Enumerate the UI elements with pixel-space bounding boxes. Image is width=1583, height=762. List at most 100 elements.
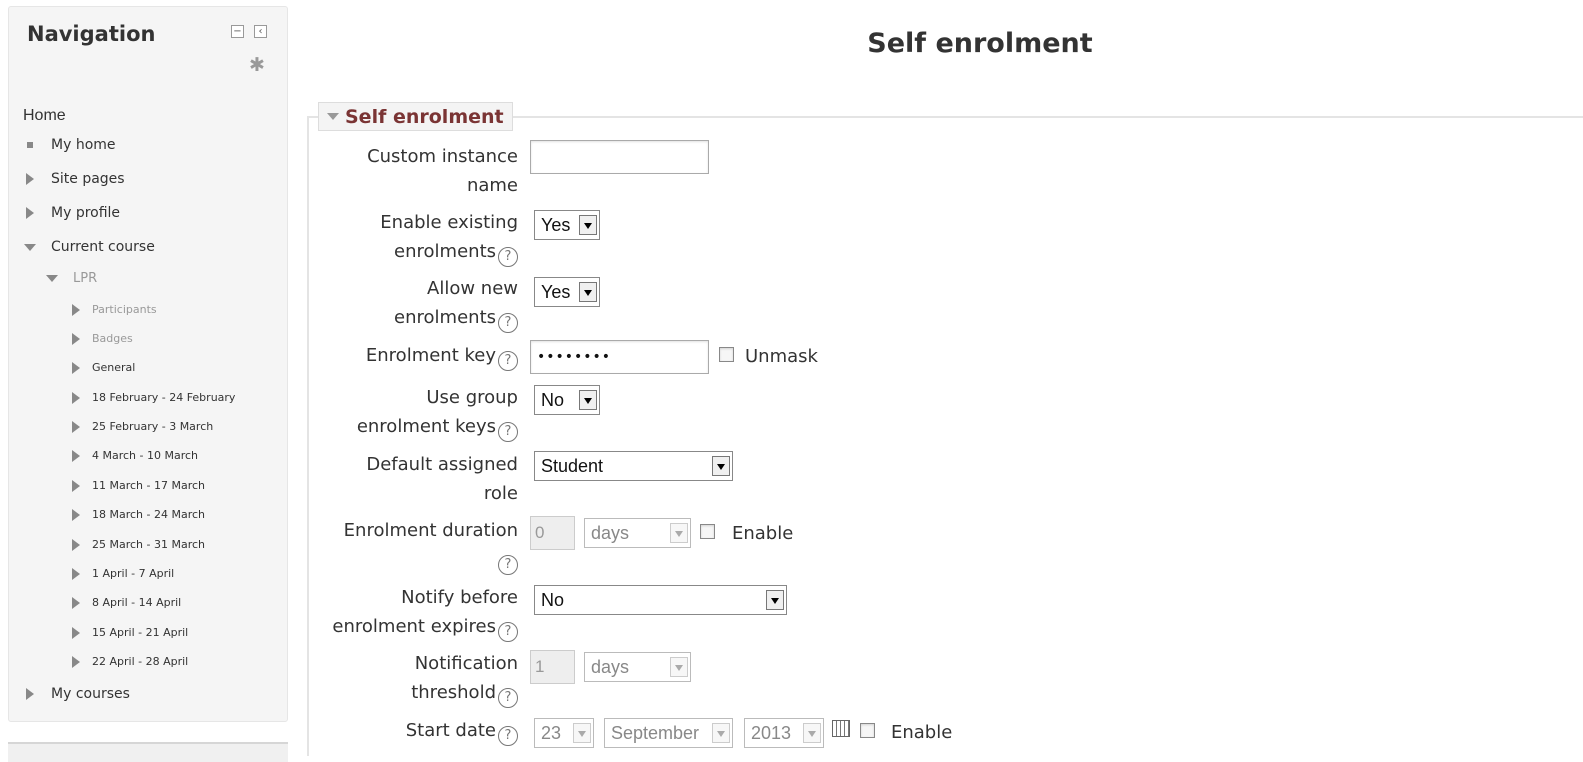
nav-item-label: 22 April - 28 April bbox=[92, 655, 189, 668]
dropdown-arrow-icon bbox=[803, 723, 821, 743]
label-line: Custom instance bbox=[367, 146, 518, 167]
expand-arrow-icon bbox=[71, 538, 81, 551]
help-icon[interactable]: ? bbox=[498, 555, 518, 575]
enrolment-duration-enable-checkbox[interactable] bbox=[700, 524, 715, 539]
expand-arrow-icon bbox=[71, 361, 81, 374]
collapse-arrow-icon bbox=[23, 243, 37, 251]
select-value: No bbox=[541, 389, 565, 410]
label-line: Start date bbox=[405, 720, 496, 741]
nav-item-label: Participants bbox=[92, 303, 157, 316]
custom-instance-name-label: Custom instance name bbox=[298, 142, 518, 200]
expand-arrow-icon bbox=[23, 173, 37, 185]
nav-item-section[interactable]: 18 March - 24 March bbox=[71, 508, 205, 521]
label-line: threshold bbox=[411, 682, 496, 703]
start-date-day-select[interactable]: 23 bbox=[534, 718, 594, 748]
bullet-square-icon bbox=[23, 142, 37, 148]
select-value: Yes bbox=[541, 281, 571, 302]
select-value: No bbox=[541, 589, 565, 610]
expand-arrow-icon bbox=[71, 508, 81, 521]
nav-item-my-profile[interactable]: My profile bbox=[23, 205, 120, 221]
help-icon[interactable]: ? bbox=[498, 313, 518, 333]
dropdown-arrow-icon bbox=[579, 390, 597, 410]
nav-item-my-home[interactable]: My home bbox=[23, 137, 116, 153]
help-icon[interactable]: ? bbox=[498, 688, 518, 708]
notify-before-enrolment-expires-select[interactable]: No bbox=[534, 585, 787, 615]
nav-item-section[interactable]: 22 April - 28 April bbox=[71, 655, 188, 668]
help-icon[interactable]: ? bbox=[498, 422, 518, 442]
notify-before-enrolment-expires-label: Notify before enrolment expires? bbox=[298, 583, 518, 642]
nav-item-label: 4 March - 10 March bbox=[92, 449, 199, 462]
dropdown-arrow-icon bbox=[766, 590, 784, 610]
allow-new-enrolments-select[interactable]: Yes bbox=[534, 277, 600, 307]
expand-arrow-icon bbox=[71, 655, 81, 668]
nav-item-label: 1 April - 7 April bbox=[92, 567, 175, 580]
nav-item-participants[interactable]: Participants bbox=[71, 303, 157, 316]
default-assigned-role-label: Default assigned role bbox=[298, 450, 518, 508]
nav-item-section[interactable]: 4 March - 10 March bbox=[71, 449, 198, 462]
nav-item-section[interactable]: 18 February - 24 February bbox=[71, 391, 235, 404]
nav-item-course-lpr[interactable]: LPR bbox=[45, 271, 97, 286]
dock-block-icon[interactable]: ‹ bbox=[254, 25, 267, 38]
start-date-month-select[interactable]: September bbox=[604, 718, 733, 748]
section-legend-toggle[interactable]: Self enrolment bbox=[318, 102, 513, 131]
collapse-block-icon[interactable]: − bbox=[231, 25, 244, 38]
nav-item-label: 11 March - 17 March bbox=[92, 479, 206, 492]
nav-item-label: 25 March - 31 March bbox=[92, 538, 206, 551]
expand-arrow-icon bbox=[71, 626, 81, 639]
gear-icon[interactable]: ✱ bbox=[249, 56, 265, 75]
nav-item-section[interactable]: 11 March - 17 March bbox=[71, 479, 205, 492]
default-assigned-role-select[interactable]: Student bbox=[534, 451, 733, 481]
custom-instance-name-input[interactable] bbox=[530, 140, 709, 174]
nav-item-section[interactable]: 25 February - 3 March bbox=[71, 420, 213, 433]
expand-arrow-icon bbox=[23, 207, 37, 219]
nav-item-label: 25 February - 3 March bbox=[92, 420, 214, 433]
nav-item-section[interactable]: 1 April - 7 April bbox=[71, 567, 174, 580]
dropdown-arrow-icon bbox=[670, 523, 688, 543]
select-value: days bbox=[591, 522, 630, 543]
notification-threshold-label: Notification threshold? bbox=[298, 649, 518, 708]
nav-home-link[interactable]: Home bbox=[23, 107, 66, 125]
help-icon[interactable]: ? bbox=[498, 726, 518, 746]
help-icon[interactable]: ? bbox=[498, 622, 518, 642]
dropdown-arrow-icon bbox=[579, 215, 597, 235]
nav-item-section[interactable]: 15 April - 21 April bbox=[71, 626, 188, 639]
label-line: Use group bbox=[426, 387, 518, 408]
help-icon[interactable]: ? bbox=[498, 351, 518, 371]
nav-item-my-courses[interactable]: My courses bbox=[23, 686, 130, 702]
nav-item-label: My profile bbox=[51, 205, 121, 221]
use-group-enrolment-keys-label: Use group enrolment keys? bbox=[298, 383, 518, 442]
help-icon[interactable]: ? bbox=[498, 247, 518, 267]
dropdown-arrow-icon bbox=[712, 456, 730, 476]
enrolment-duration-unit-select[interactable]: days bbox=[584, 518, 691, 548]
expand-arrow-icon bbox=[71, 391, 81, 404]
unmask-label: Unmask bbox=[745, 346, 818, 367]
nav-item-section[interactable]: General bbox=[71, 361, 135, 374]
expand-arrow-icon bbox=[71, 479, 81, 492]
notification-threshold-number[interactable]: 1 bbox=[530, 650, 575, 684]
nav-item-label: 8 April - 14 April bbox=[92, 596, 182, 609]
label-line: name bbox=[466, 175, 518, 196]
nav-item-label: LPR bbox=[73, 271, 98, 286]
start-date-enable-checkbox[interactable] bbox=[860, 723, 875, 738]
nav-item-current-course[interactable]: Current course bbox=[23, 239, 155, 255]
notification-threshold-unit-select[interactable]: days bbox=[584, 652, 691, 682]
nav-item-label: 18 March - 24 March bbox=[92, 508, 206, 521]
enrolment-key-label: Enrolment key? bbox=[298, 341, 518, 371]
section-legend-label: Self enrolment bbox=[345, 105, 504, 128]
nav-item-section[interactable]: 25 March - 31 March bbox=[71, 538, 205, 551]
select-value: 23 bbox=[541, 722, 562, 743]
dropdown-arrow-icon bbox=[573, 723, 591, 743]
next-block-edge bbox=[8, 742, 288, 762]
nav-item-label: Site pages bbox=[51, 171, 125, 187]
enrolment-duration-number[interactable]: 0 bbox=[530, 516, 575, 550]
nav-item-label: 15 April - 21 April bbox=[92, 626, 189, 639]
start-date-year-select[interactable]: 2013 bbox=[744, 718, 824, 748]
nav-item-badges[interactable]: Badges bbox=[71, 332, 133, 345]
nav-item-section[interactable]: 8 April - 14 April bbox=[71, 596, 181, 609]
calendar-icon[interactable] bbox=[832, 720, 850, 737]
use-group-enrolment-keys-select[interactable]: No bbox=[534, 385, 600, 415]
enrolment-key-input[interactable]: •••••••• bbox=[530, 340, 709, 374]
enable-existing-enrolments-select[interactable]: Yes bbox=[534, 210, 600, 240]
nav-item-site-pages[interactable]: Site pages bbox=[23, 171, 125, 187]
unmask-checkbox[interactable] bbox=[719, 347, 734, 362]
